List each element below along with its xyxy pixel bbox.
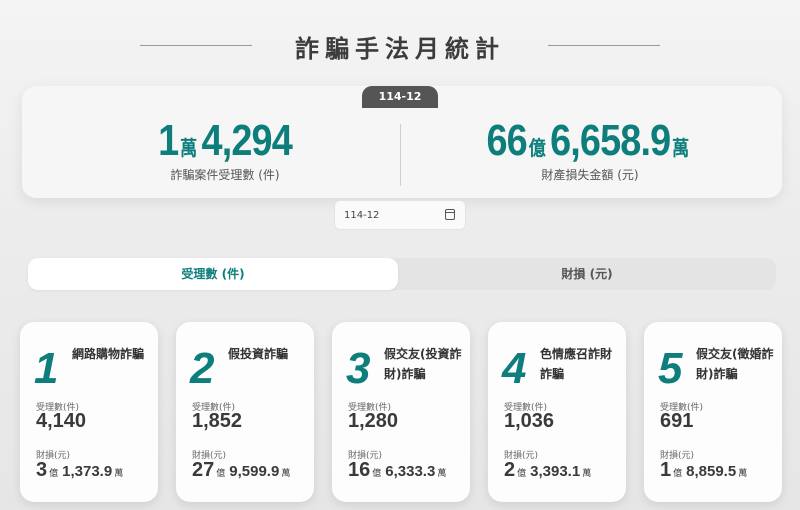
- date-picker-value: 114-12: [344, 210, 380, 221]
- cases-value: 1,852: [192, 410, 243, 432]
- cases-value: 1,280: [348, 410, 399, 432]
- total-cases-label: 詐騙案件受理數 (件): [170, 168, 280, 182]
- title-row: 詐騙手法月統計: [0, 26, 800, 66]
- ranking-card-1[interactable]: 1 網路購物詐騙 受理數(件) 4,140 財損(元) 3 億 1,373.9 萬: [20, 322, 158, 502]
- calendar-icon[interactable]: [445, 209, 455, 220]
- metric-tabs: 受理數 (件) 財損 (元): [28, 258, 776, 290]
- total-loss-value: 66億 6,658.9萬: [486, 116, 689, 165]
- tab-loss[interactable]: 財損 (元): [398, 258, 776, 290]
- rank-number: 1: [34, 344, 59, 393]
- total-loss-label: 財產損失金額 (元): [541, 168, 639, 182]
- loss-value: 27 億 9,599.9 萬: [192, 459, 291, 481]
- page-title: 詐騙手法月統計: [295, 35, 505, 63]
- total-loss-stat: 66億 6,658.9萬 財產損失金額 (元): [440, 116, 740, 183]
- loss-value: 3 億 1,373.9 萬: [36, 459, 124, 481]
- loss-value: 1 億 8,859.5 萬: [660, 459, 748, 481]
- cases-value: 1,036: [504, 410, 555, 432]
- total-cases-stat: 1萬 4,294 詐騙案件受理數 (件): [90, 116, 360, 183]
- ranking-card-4[interactable]: 4 色情應召詐財詐騙 受理數(件) 1,036 財損(元) 2 億 3,393.1 萬: [488, 322, 626, 502]
- fraud-type-name: 假投資詐騙: [228, 347, 289, 361]
- fraud-type-name: 假交友(投資詐財)詐騙: [384, 347, 462, 381]
- rank-number: 2: [190, 344, 215, 393]
- title-divider-right: [548, 45, 660, 46]
- ranking-card-2[interactable]: 2 假投資詐騙 受理數(件) 1,852 財損(元) 27 億 9,599.9 萬: [176, 322, 314, 502]
- cases-value: 4,140: [36, 410, 87, 432]
- month-date-picker[interactable]: 114-12: [334, 200, 466, 230]
- tab-cases[interactable]: 受理數 (件): [28, 258, 398, 290]
- rank-number: 3: [346, 344, 371, 393]
- loss-value: 2 億 3,393.1 萬: [504, 459, 592, 481]
- ranking-card-3[interactable]: 3 假交友(投資詐財)詐騙 受理數(件) 1,280 財損(元) 16 億 6,333.3 萬: [332, 322, 470, 502]
- fraud-type-name: 網路購物詐騙: [72, 347, 145, 361]
- cases-value: 691: [660, 410, 694, 432]
- rank-number: 5: [658, 344, 683, 393]
- total-cases-value: 1萬 4,294: [158, 116, 293, 165]
- fraud-type-name: 假交友(徵婚詐財)詐騙: [696, 347, 774, 381]
- rank-number: 4: [502, 344, 527, 393]
- ranking-card-5[interactable]: 5 假交友(徵婚詐財)詐騙 受理數(件) 691 財損(元) 1 億 8,859.5 萬: [644, 322, 782, 502]
- loss-value: 16 億 6,333.3 萬: [348, 459, 447, 481]
- summary-divider: [400, 124, 401, 186]
- month-tab: 114-12: [362, 86, 438, 108]
- fraud-type-name: 色情應召詐財詐騙: [540, 347, 613, 381]
